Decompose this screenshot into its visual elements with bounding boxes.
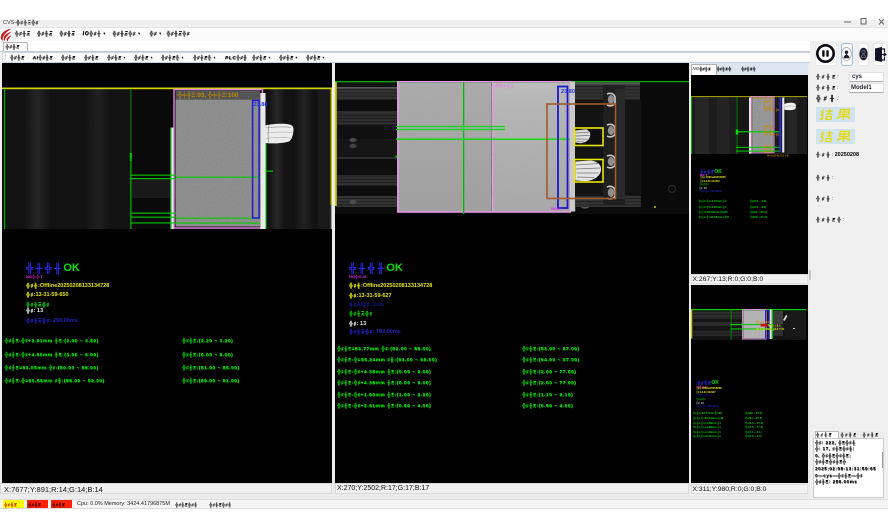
svg-text:╬╪ 0.05 ╬0.3: ╬╪ 0.05 ╬0.3 — [764, 133, 782, 137]
svg-text:NG:0: NG:0 — [551, 206, 561, 211]
svg-text:23.80: 23.80 — [561, 89, 575, 95]
svg-text:╬╪╫:93 ╬╪:100: ╬╪╫:93 ╬╪:100 — [752, 96, 774, 100]
svg-text:╬╪ 0.03 ╬0.3: ╬╪ 0.03 ╬0.3 — [764, 108, 782, 112]
svg-text:╬╪╫Ξ:93, ╬╪╫Ξ:100: ╬╪╫Ξ:93, ╬╪╫Ξ:100 — [177, 91, 239, 99]
svg-text:23.7 ╬╪0.05 ╫8.2 7=8.: 23.7 ╬╪0.05 ╫8.2 7=8. — [756, 326, 785, 330]
svg-text:AI╬╪╫Ξ: AI╬╪╫Ξ — [495, 83, 515, 90]
svg-text:╬╪0.03 ╬:0.3 ╪8: ╬╪0.03 ╬:0.3 ╪8 — [766, 154, 789, 158]
svg-text:23.88: 23.88 — [254, 102, 268, 108]
